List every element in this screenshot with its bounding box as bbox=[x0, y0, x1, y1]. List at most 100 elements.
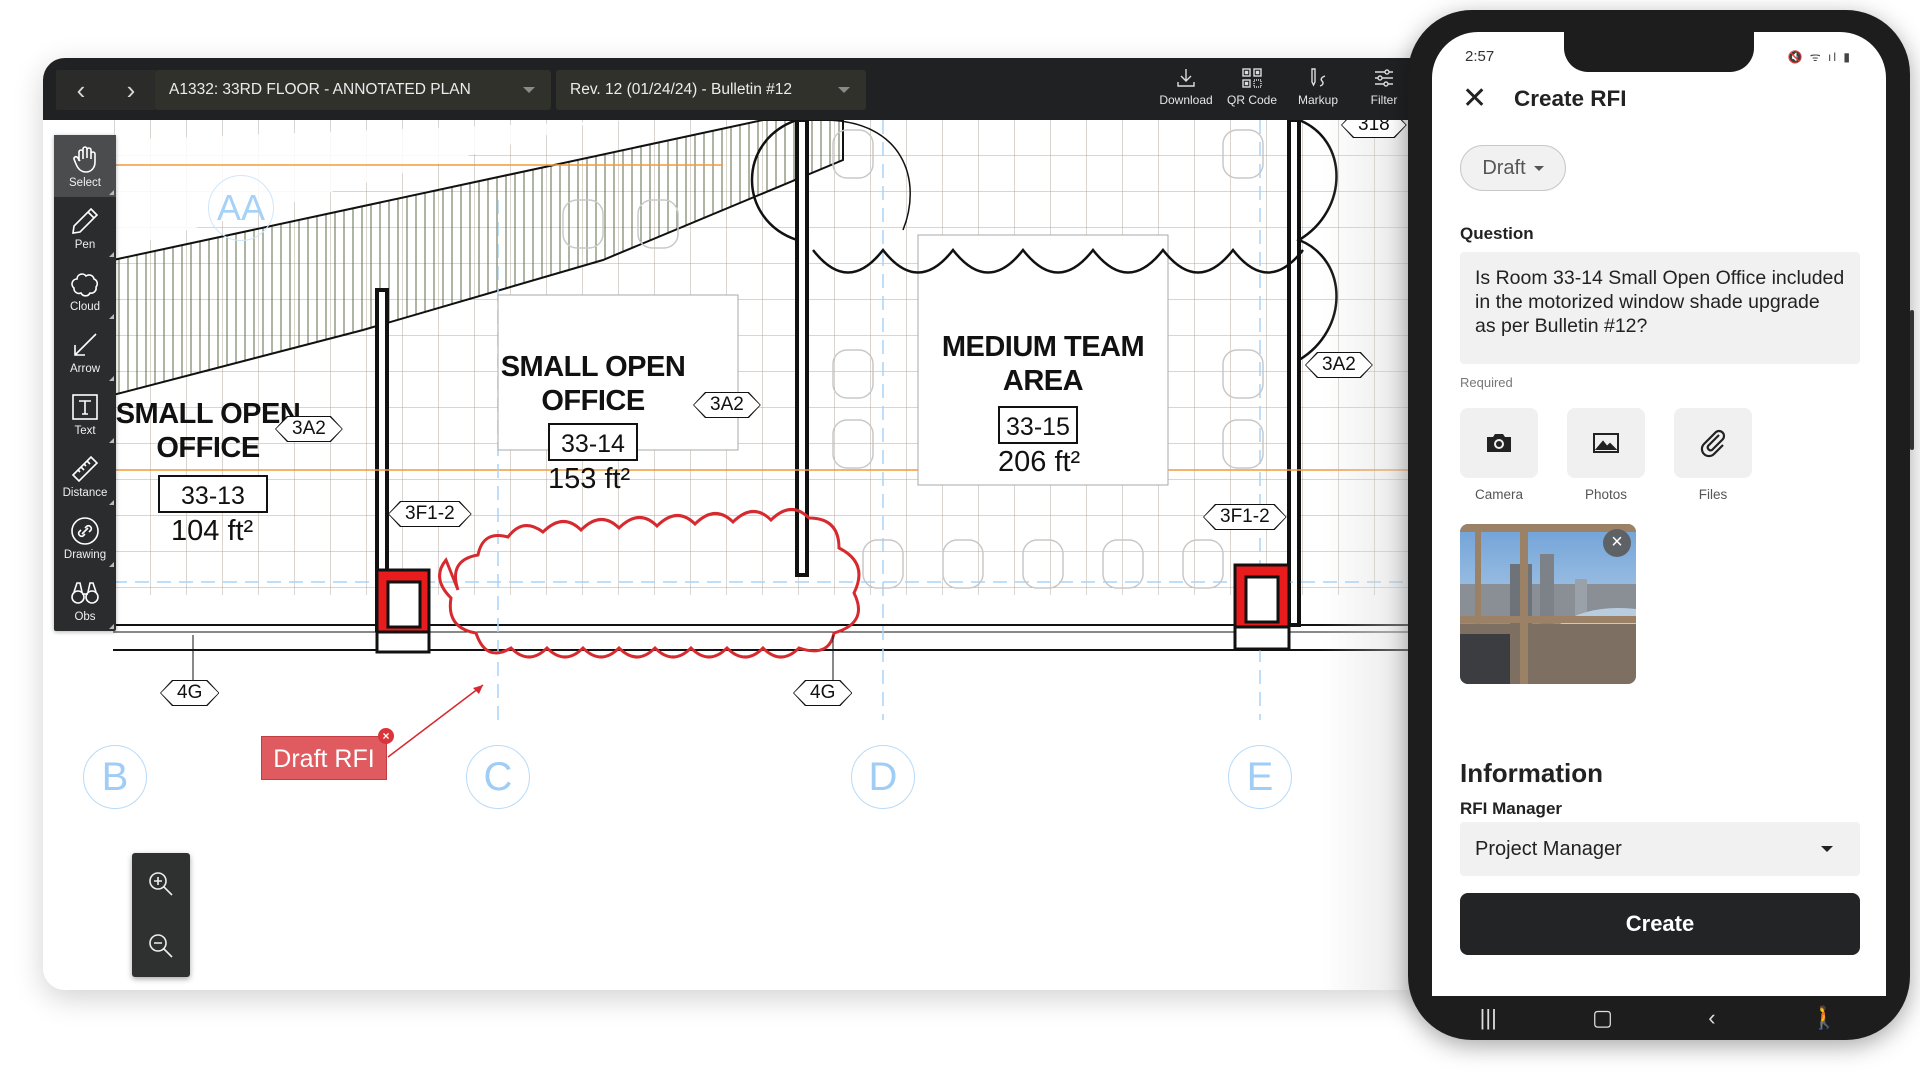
accessibility-icon[interactable]: 🚶 bbox=[1811, 1005, 1838, 1031]
room-area: 206 ft² bbox=[998, 446, 1081, 478]
detail-tag: 4G bbox=[793, 680, 852, 706]
tool-pen[interactable]: Pen bbox=[54, 197, 116, 259]
page-title: Create RFI bbox=[1514, 86, 1627, 111]
tool-obs[interactable]: Obs bbox=[54, 569, 116, 631]
chevron-left-icon[interactable]: ‹ bbox=[61, 77, 101, 103]
detail-tag: 3A2 bbox=[275, 416, 343, 442]
tool-cloud[interactable]: Cloud bbox=[54, 259, 116, 321]
tool-label: Cloud bbox=[69, 301, 101, 313]
create-button[interactable]: Create bbox=[1460, 893, 1860, 955]
detail-tag: 318 bbox=[1341, 120, 1407, 138]
room-number: 33-14 bbox=[548, 423, 638, 461]
viewer-toolbar: ‹ › A1332: 33RD FLOOR - ANNOTATED PLAN R… bbox=[43, 58, 1483, 120]
room-name: SMALL OPEN OFFICE bbox=[483, 350, 703, 418]
phone-side-button bbox=[1910, 310, 1914, 450]
ruler-icon bbox=[71, 455, 99, 483]
draft-rfi-marker[interactable]: Draft RFI × bbox=[261, 728, 394, 780]
phone-notch bbox=[1564, 32, 1754, 72]
detail-tag-label: 4G bbox=[161, 681, 218, 705]
detail-tag-label: 318 bbox=[1342, 120, 1406, 137]
sheet-select[interactable]: A1332: 33RD FLOOR - ANNOTATED PLAN bbox=[155, 70, 551, 110]
tool-select[interactable]: Select bbox=[54, 135, 116, 197]
sheet-select-value: A1332: 33RD FLOOR - ANNOTATED PLAN bbox=[169, 81, 471, 98]
markup-label: Markup bbox=[1297, 93, 1338, 107]
qr-code-button[interactable]: QR Code bbox=[1219, 66, 1285, 107]
detail-tag: 4G bbox=[160, 680, 219, 706]
recents-icon[interactable]: ||| bbox=[1480, 1005, 1497, 1031]
floor-plan-canvas[interactable]: AA SMALL OPEN OFFICE 33-13 104 ft² SMALL… bbox=[43, 120, 1483, 990]
filter-label: Filter bbox=[1370, 93, 1398, 107]
tool-distance[interactable]: Distance bbox=[54, 445, 116, 507]
caret-down-icon bbox=[838, 87, 850, 93]
tool-text[interactable]: Text bbox=[54, 383, 116, 445]
wall bbox=[1287, 120, 1301, 627]
information-heading: Information bbox=[1460, 758, 1603, 788]
room-name-line: SMALL OPEN bbox=[115, 398, 301, 430]
shaft bbox=[1233, 563, 1291, 651]
caret-down-icon bbox=[523, 87, 535, 93]
qr-code-label: QR Code bbox=[1226, 93, 1278, 107]
attached-photo[interactable]: × bbox=[1460, 524, 1636, 684]
home-icon[interactable]: ▢ bbox=[1592, 1005, 1613, 1031]
tool-label: Text bbox=[74, 425, 96, 437]
plan-viewer: ‹ › A1332: 33RD FLOOR - ANNOTATED PLAN R… bbox=[43, 58, 1483, 990]
draft-rfi-label: Draft RFI bbox=[273, 745, 375, 773]
tool-label: Arrow bbox=[69, 363, 101, 375]
files-label: Files bbox=[1698, 487, 1728, 502]
image-icon bbox=[1593, 433, 1619, 453]
photos-button[interactable] bbox=[1567, 408, 1645, 478]
grid-bubble: B bbox=[83, 745, 147, 809]
rfi-manager-label: RFI Manager bbox=[1460, 799, 1563, 818]
remove-photo-icon[interactable]: × bbox=[1603, 529, 1631, 557]
download-label: Download bbox=[1159, 93, 1213, 107]
detail-tag-label: 3F1-2 bbox=[1204, 505, 1286, 529]
tool-drawing[interactable]: Drawing bbox=[54, 507, 116, 569]
link-icon bbox=[71, 517, 99, 545]
detail-tag: 3A2 bbox=[1305, 352, 1373, 378]
room-name-line: OFFICE bbox=[156, 432, 260, 464]
required-hint: Required bbox=[1460, 375, 1513, 390]
detail-tag-label: 3A2 bbox=[1306, 353, 1372, 377]
tool-arrow[interactable]: Arrow bbox=[54, 321, 116, 383]
zoom-out-icon[interactable] bbox=[146, 931, 176, 961]
status-dropdown[interactable]: Draft bbox=[1460, 145, 1566, 191]
pen-icon bbox=[72, 207, 99, 234]
caret-down-icon bbox=[1533, 165, 1544, 171]
revision-select[interactable]: Rev. 12 (01/24/24) - Bulletin #12 bbox=[556, 70, 866, 110]
zoom-controls bbox=[132, 853, 190, 977]
markup-icon bbox=[1311, 68, 1326, 87]
camera-label: Camera bbox=[1474, 487, 1523, 502]
close-icon[interactable]: × bbox=[378, 728, 394, 744]
detail-tag-label: 3F1-2 bbox=[389, 502, 471, 526]
tool-label: Pen bbox=[74, 239, 96, 251]
rfi-manager-select[interactable]: Project Manager bbox=[1460, 822, 1860, 876]
text-icon bbox=[72, 394, 98, 420]
rfi-header: ✕ Create RFI bbox=[1462, 84, 1627, 114]
room-area: 153 ft² bbox=[548, 463, 631, 495]
wall bbox=[795, 120, 809, 577]
revision-select-value: Rev. 12 (01/24/24) - Bulletin #12 bbox=[570, 81, 793, 98]
tool-label: Select bbox=[69, 177, 101, 189]
markup-button[interactable]: Markup bbox=[1285, 66, 1351, 107]
paperclip-icon bbox=[1700, 429, 1726, 458]
caret-down-icon bbox=[1821, 846, 1833, 852]
question-textarea[interactable]: Is Room 33-14 Small Open Office included… bbox=[1460, 252, 1860, 364]
status-value: Draft bbox=[1482, 156, 1526, 179]
zoom-in-icon[interactable] bbox=[146, 869, 176, 899]
tool-label: Drawing bbox=[63, 549, 107, 561]
room-number: 33-13 bbox=[158, 475, 268, 513]
detail-tag-label: 3A2 bbox=[276, 417, 342, 441]
camera-button[interactable] bbox=[1460, 408, 1538, 478]
phone-device: 2:57 🔇 ᯤ ıl ▮ ✕ Create RFI Draft Questio… bbox=[1408, 10, 1914, 1040]
room-name-line: AREA bbox=[1002, 365, 1084, 397]
download-button[interactable]: Download bbox=[1153, 66, 1219, 107]
tool-label: Distance bbox=[62, 487, 108, 499]
rfi-manager-value: Project Manager bbox=[1475, 837, 1622, 860]
files-button[interactable] bbox=[1674, 408, 1752, 478]
floor-plan-drawing bbox=[112, 120, 1483, 758]
close-icon[interactable]: ✕ bbox=[1462, 84, 1492, 114]
chevron-right-icon[interactable]: › bbox=[111, 77, 151, 103]
grid-bubble: E bbox=[1228, 745, 1292, 809]
room-name-line: OFFICE bbox=[541, 385, 645, 417]
back-icon[interactable]: ‹ bbox=[1708, 1005, 1715, 1031]
